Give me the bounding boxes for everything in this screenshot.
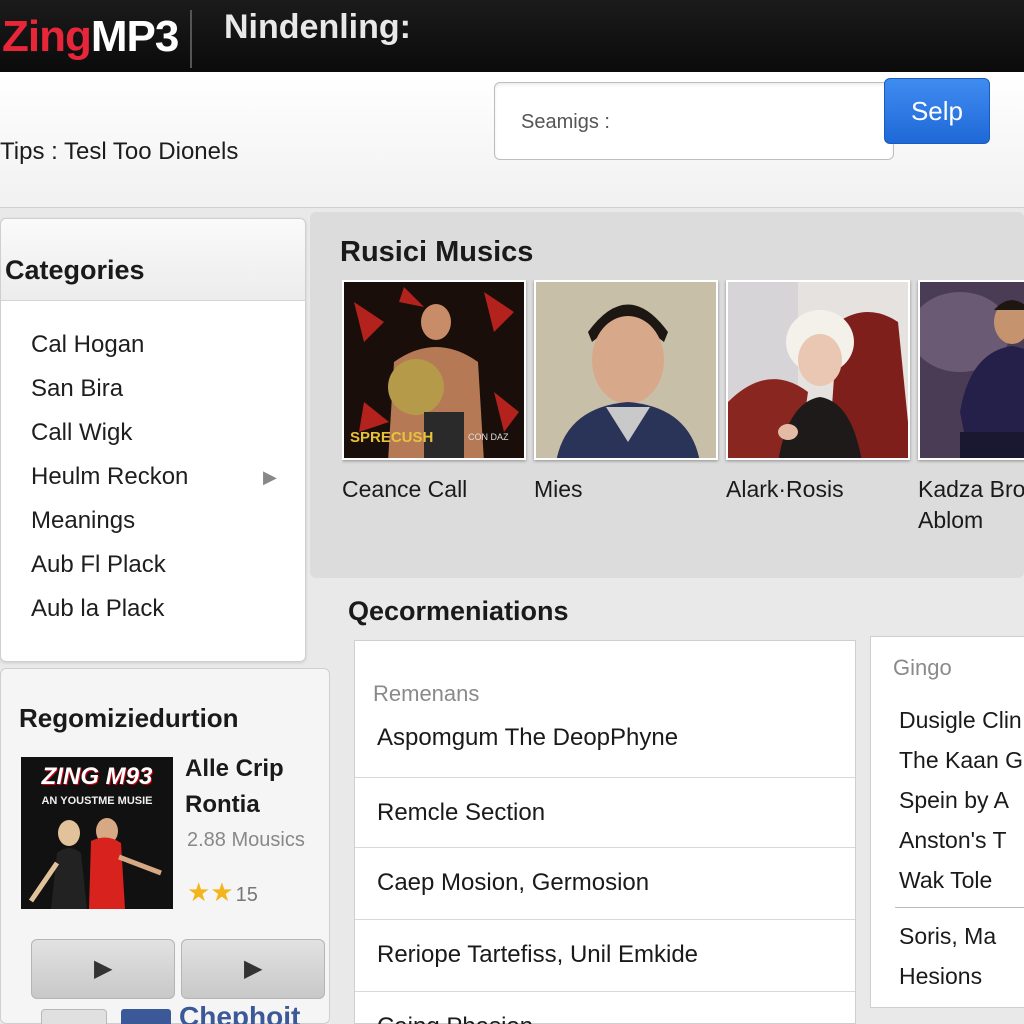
music-card[interactable]: SPRECUSH CON DAZ Ceance Call [342,280,526,503]
side-list-item[interactable]: Anston's T [899,827,1007,854]
recommendation-item[interactable]: Reriope Tartefiss, Unil Emkide [355,919,855,989]
recommendations-title: Qecormeniations [348,596,569,626]
logo-divider [190,10,192,68]
promo-track-count: 2.88 Mousics [187,829,305,851]
card-title: Alark·Rosis [726,476,844,502]
recommendation-item[interactable]: Caep Mosion, Germosion [355,847,855,917]
album-art [28,818,162,909]
logo-mp3-text: MP3 [90,12,179,61]
facebook-link[interactable]: Chephoit [179,1001,300,1024]
card-title: Kadza Bro [918,476,1024,502]
categories-list: Cal Hogan San Bira Call Wigk Heulm Recko… [1,331,305,639]
side-list-item[interactable]: Wak Tole [899,867,992,894]
recommendation-label: Caep Mosion, Germosion [377,869,650,896]
music-cards: SPRECUSH CON DAZ Ceance Call Mies Alark·… [342,280,1024,570]
card-subtitle: Ablom [918,507,984,533]
facebook-icon[interactable] [121,1009,171,1024]
star-icon: ★★ [187,877,234,907]
music-section-title: Rusici Musics [340,236,534,268]
music-panel: Rusici Musics SPRECUSH CON DAZ Ceance Ca… [310,212,1024,578]
side-list-item[interactable]: Soris, Ma [899,923,996,950]
category-label: Meanings [31,507,136,534]
promo-artist[interactable]: Alle Crip [185,755,284,783]
category-item[interactable]: San Bira [1,375,305,419]
recommendation-item[interactable]: Aspomgum The DeopPhyne [355,703,855,773]
page-title: Nindenling: [224,8,411,46]
category-item[interactable]: Aub la Plack [1,595,305,639]
card-title: Ceance Call [342,476,468,502]
cover-image [726,280,910,460]
zing-mp3-logo[interactable]: ZingMP3 [2,12,179,62]
category-label: Aub la Plack [31,595,165,622]
logo-zing-text: Zing [2,12,92,61]
categories-title: Categories [5,255,145,285]
album-subtitle-text: AN YOUSTME MUSIE [41,795,153,807]
recommendation-label: Caing Phasion [377,1013,533,1024]
category-label: Call Wigk [31,419,133,446]
music-card[interactable]: Alark·Rosis [726,280,910,503]
share-button[interactable] [41,1009,107,1024]
promo-album-name[interactable]: Rontia [185,791,260,819]
cover-image [534,280,718,460]
play-button[interactable]: ▶ [181,939,325,999]
submenu-arrow-icon: ▶ [263,467,277,487]
category-label: Aub Fl Plack [31,551,166,578]
side-list-panel: Gingo Dusigle Clin The Kaan G Spein by A… [870,636,1024,1008]
category-item[interactable]: Call Wigk [1,419,305,463]
category-item[interactable]: Aub Fl Plack [1,551,305,595]
promo-panel: Regomiziedurtion ZING M93 AN YOUSTME MUS… [0,668,330,1024]
category-label: San Bira [31,375,124,402]
promo-title: Regomiziedurtion [19,703,239,733]
recommendation-item[interactable]: Remcle Section [355,777,855,847]
play-icon: ▶ [94,955,113,982]
rating-stars: ★★ 15 [187,877,258,908]
recommendation-label: Remcle Section [377,799,546,826]
play-button[interactable]: ▶ [31,939,175,999]
cover-image [918,280,1024,460]
music-card[interactable]: Mies [534,280,718,503]
rating-value: 15 [235,884,258,906]
category-item[interactable]: Meanings [1,507,305,551]
recommendation-label: Aspomgum The DeopPhyne [377,724,679,751]
side-list-item[interactable]: Hesions [899,963,982,990]
side-list-item[interactable]: Spein by A [899,787,1009,814]
cover-image: SPRECUSH CON DAZ [342,280,526,460]
header-strip: Tips : Tesl Too Dionels Selp [0,72,1024,208]
recommendation-label: Reriope Tartefiss, Unil Emkide [377,941,699,968]
side-list-heading: Gingo [893,655,952,680]
search-input[interactable] [507,105,867,139]
play-icon: ▶ [244,955,263,982]
category-label: Cal Hogan [31,331,145,358]
music-card[interactable]: Kadza Bro Ablom [918,280,1024,534]
category-item[interactable]: Heulm Reckon ▶ [1,463,305,507]
categories-panel: Categories Cal Hogan San Bira Call Wigk … [0,218,306,662]
recommendations-panel: Remenans Aspomgum The DeopPhyne Remcle S… [354,640,856,1024]
recommendation-item[interactable]: Caing Phasion [355,991,855,1024]
tips-text: Tips : Tesl Too Dionels [0,138,239,165]
search-button[interactable]: Selp [884,78,990,144]
cover-text: SPRECUSH [350,429,433,446]
album-logo-text: ZING M93 [41,763,153,790]
album-cover[interactable]: ZING M93 AN YOUSTME MUSIE [21,757,173,909]
side-list-divider [895,907,1024,908]
card-title: Mies [534,476,583,502]
cover-text: CON DAZ [468,432,509,442]
side-list-item[interactable]: Dusigle Clin [899,707,1022,734]
category-item[interactable]: Cal Hogan [1,331,305,375]
search-box [494,82,894,160]
category-label: Heulm Reckon [31,463,189,490]
side-list-item[interactable]: The Kaan G [899,747,1023,774]
